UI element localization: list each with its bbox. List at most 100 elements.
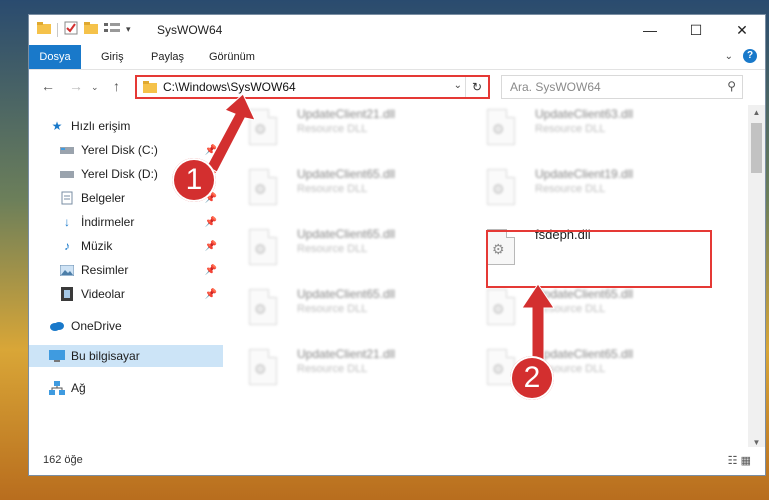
tab-file[interactable]: Dosya — [29, 45, 81, 69]
gear-icon: ⚙ — [492, 181, 505, 197]
details-view-icon[interactable]: ☷ — [728, 455, 738, 467]
scroll-thumb[interactable] — [751, 123, 762, 173]
drive-icon — [59, 166, 75, 182]
help-icon[interactable]: ? — [743, 49, 757, 63]
sidebar-item-onedrive[interactable]: OneDrive — [29, 315, 223, 337]
file-description: Resource DLL — [297, 303, 368, 315]
file-name: UpdateClient19.dll — [535, 167, 634, 181]
gear-icon: ⚙ — [254, 301, 267, 317]
refresh-icon[interactable]: ↻ — [465, 77, 488, 97]
file-item[interactable]: ⚙ UpdateClient21.dll Resource DLL — [227, 105, 447, 157]
large-icons-view-icon[interactable]: ▦ — [741, 455, 751, 467]
file-description: Resource DLL — [297, 123, 368, 135]
forward-arrow-icon[interactable]: → — [69, 78, 83, 94]
expand-ribbon-icon[interactable]: ⌄ — [725, 51, 733, 62]
back-arrow-icon[interactable]: ← — [41, 78, 55, 94]
file-description: Resource DLL — [297, 183, 368, 195]
file-item[interactable]: ⚙ UpdateClient63.dll Resource DLL — [465, 105, 685, 157]
gear-icon: ⚙ — [254, 361, 267, 377]
network-icon — [49, 380, 65, 396]
file-item[interactable]: ⚙ UpdateClient65.dll Resource DLL — [227, 225, 447, 277]
tab-home[interactable]: Giriş — [91, 45, 134, 69]
gear-icon: ⚙ — [492, 361, 505, 377]
sidebar-item-videos[interactable]: Videolar 📌 — [29, 283, 223, 305]
address-dropdown-icon[interactable]: ⌄ — [454, 80, 462, 91]
sidebar-item-label: Hızlı erişim — [71, 119, 131, 133]
cloud-icon — [49, 318, 65, 334]
customize-toolbar-icon[interactable]: ▾ — [126, 24, 131, 35]
address-folder-icon — [143, 81, 157, 96]
sidebar-item-label: Yerel Disk (D:) — [81, 167, 158, 181]
quick-access-toolbar: ▾ — [37, 21, 131, 38]
sidebar-item-pictures[interactable]: Resimler 📌 — [29, 259, 223, 281]
scroll-up-icon[interactable]: ▲ — [748, 105, 765, 121]
search-box[interactable]: Ara. SysWOW64 ⚲ — [501, 75, 743, 99]
sidebar-item-label: Bu bilgisayar — [71, 349, 140, 363]
computer-icon — [49, 348, 65, 364]
navigation-bar: ← → ⌄ ↑ C:\Windows\SysWOW64 ⌄ ↻ Ara. Sys… — [29, 70, 765, 104]
tab-view[interactable]: Görünüm — [199, 45, 265, 69]
up-arrow-icon[interactable]: ↑ — [113, 78, 120, 94]
file-item[interactable]: ⚙ UpdateClient65.dll Resource DLL — [465, 345, 685, 397]
toolbar-separator — [57, 22, 58, 37]
file-name: UpdateClient21.dll — [297, 107, 396, 121]
view-toggle-buttons[interactable]: ☷ ▦ — [728, 454, 751, 467]
documents-icon — [59, 190, 75, 206]
gear-icon: ⚙ — [254, 241, 267, 257]
pin-icon[interactable]: 📌 — [205, 241, 217, 252]
file-item[interactable]: ⚙ UpdateClient65.dll Resource DLL — [465, 285, 685, 337]
item-count: 162 öğe — [43, 454, 83, 466]
star-icon: ★ — [51, 119, 63, 133]
file-name: UpdateClient65.dll — [297, 287, 396, 301]
gear-icon: ⚙ — [254, 121, 267, 137]
properties-icon[interactable] — [64, 21, 78, 38]
tab-share[interactable]: Paylaş — [141, 45, 194, 69]
sidebar-item-network[interactable]: Ağ — [29, 377, 223, 399]
folder-icon — [37, 22, 51, 37]
search-input[interactable]: Ara. SysWOW64 — [510, 80, 601, 94]
file-item[interactable]: ⚙ UpdateClient19.dll Resource DLL — [465, 165, 685, 217]
file-description: Resource DLL — [297, 243, 368, 255]
gear-icon: ⚙ — [492, 121, 505, 137]
title-bar: ▾ SysWOW64 — ☐ ✕ — [29, 15, 765, 45]
sidebar-item-downloads[interactable]: ↓ İndirmeler 📌 — [29, 211, 223, 233]
view-options-icon[interactable] — [104, 22, 120, 37]
file-description: Resource DLL — [535, 123, 606, 135]
sidebar-item-label: İndirmeler — [81, 215, 135, 229]
gear-icon: ⚙ — [254, 181, 267, 197]
file-item[interactable]: ⚙ UpdateClient65.dll Resource DLL — [227, 285, 447, 337]
file-description: Resource DLL — [297, 363, 368, 375]
sidebar-item-music[interactable]: ♪ Müzik 📌 — [29, 235, 223, 257]
step-badge-2: 2 — [510, 356, 554, 400]
status-bar: 162 öğe ☷ ▦ — [29, 447, 765, 475]
highlight-box — [486, 230, 712, 288]
ribbon-tabs: Dosya Giriş Paylaş Görünüm ⌄ ? — [29, 45, 765, 70]
vertical-scrollbar[interactable]: ▲ ▼ — [748, 105, 765, 451]
sidebar-item-label: Yerel Disk (C:) — [81, 143, 158, 157]
pin-icon[interactable]: 📌 — [205, 265, 217, 276]
file-description: Resource DLL — [535, 183, 606, 195]
pin-icon[interactable]: 📌 — [205, 289, 217, 300]
music-icon: ♪ — [64, 239, 70, 253]
file-item[interactable]: ⚙ UpdateClient21.dll Resource DLL — [227, 345, 447, 397]
sidebar-item-label: Ağ — [71, 381, 86, 395]
new-folder-icon[interactable] — [84, 22, 98, 37]
ribbon-right-controls: ⌄ ? — [725, 49, 757, 63]
window-title: SysWOW64 — [157, 23, 223, 37]
close-button[interactable]: ✕ — [719, 15, 765, 45]
videos-icon — [59, 286, 75, 302]
sidebar-item-label: Belgeler — [81, 191, 126, 205]
pictures-icon — [59, 262, 75, 278]
sidebar-item-quick-access[interactable]: ★ Hızlı erişim — [29, 115, 223, 137]
address-bar[interactable]: C:\Windows\SysWOW64 ⌄ ↻ — [135, 75, 490, 99]
minimize-button[interactable]: — — [627, 15, 673, 45]
gear-icon: ⚙ — [492, 301, 505, 317]
search-icon[interactable]: ⚲ — [727, 79, 736, 93]
recent-locations-icon[interactable]: ⌄ — [91, 82, 99, 93]
file-name: UpdateClient21.dll — [297, 347, 396, 361]
sidebar-item-this-pc[interactable]: Bu bilgisayar — [29, 345, 223, 367]
pin-icon[interactable]: 📌 — [205, 217, 217, 228]
file-item[interactable]: ⚙ UpdateClient65.dll Resource DLL — [227, 165, 447, 217]
step-badge-1: 1 — [172, 158, 216, 202]
maximize-button[interactable]: ☐ — [673, 15, 719, 45]
